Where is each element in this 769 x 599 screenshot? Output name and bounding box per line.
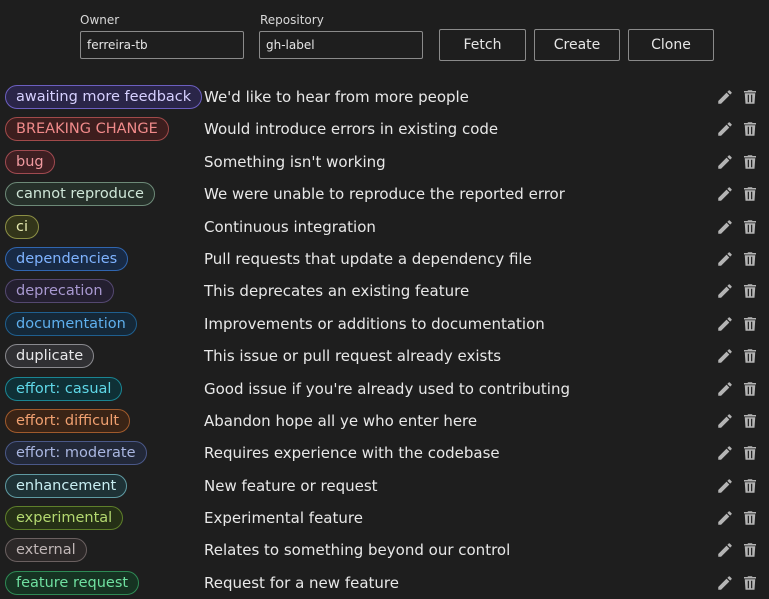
pencil-icon[interactable] xyxy=(716,412,734,430)
fetch-button[interactable]: Fetch xyxy=(439,29,526,61)
label-description: New feature or request xyxy=(204,476,378,495)
label-pill: awaiting more feedback xyxy=(5,85,203,109)
trash-icon[interactable] xyxy=(741,185,759,203)
repository-form: Owner Repository Fetch Create Clone xyxy=(0,0,769,74)
label-row: cannot reproduce We were unable to reprod… xyxy=(0,178,769,210)
label-pill: duplicate xyxy=(5,344,95,369)
owner-input[interactable] xyxy=(80,31,244,59)
create-button[interactable]: Create xyxy=(534,29,620,61)
label-pill: deprecation xyxy=(5,279,114,304)
label-pill: BREAKING CHANGE xyxy=(5,117,169,142)
label-row: effort: moderate Requires experience with… xyxy=(0,437,769,469)
label-pill: dependencies xyxy=(5,246,129,271)
label-pill: cannot reproduce xyxy=(5,182,155,207)
label-description: Requires experience with the codebase xyxy=(204,444,500,463)
clone-button[interactable]: Clone xyxy=(628,29,714,61)
trash-icon[interactable] xyxy=(741,218,759,236)
trash-icon[interactable] xyxy=(741,477,759,495)
pencil-icon[interactable] xyxy=(716,250,734,268)
label-row: effort: casual Good issue if you're alrea… xyxy=(0,373,769,405)
label-description: We were unable to reproduce the reported… xyxy=(204,185,565,204)
label-row: experimental Experimental feature xyxy=(0,502,769,534)
label-row: ci Continuous integration xyxy=(0,211,769,243)
pencil-icon[interactable] xyxy=(716,120,734,138)
label-pill: effort: moderate xyxy=(5,441,147,466)
trash-icon[interactable] xyxy=(741,120,759,138)
repository-input[interactable] xyxy=(259,31,423,59)
label-row: BREAKING CHANGE Would introduce errors in… xyxy=(0,113,769,145)
label-row: duplicate This issue or pull request alre… xyxy=(0,340,769,372)
pencil-icon[interactable] xyxy=(716,153,734,171)
trash-icon[interactable] xyxy=(741,88,759,106)
trash-icon[interactable] xyxy=(741,380,759,398)
pencil-icon[interactable] xyxy=(716,574,734,592)
trash-icon[interactable] xyxy=(741,282,759,300)
label-description: This deprecates an existing feature xyxy=(204,282,470,301)
label-row: external Relates to something beyond our … xyxy=(0,534,769,566)
label-description: Experimental feature xyxy=(204,509,363,528)
label-description: Improvements or additions to documentati… xyxy=(204,314,545,333)
label-description: Something isn't working xyxy=(204,152,386,171)
label-row: deprecation This deprecates an existing f… xyxy=(0,275,769,307)
label-pill: feature request xyxy=(5,570,140,595)
label-row: dependencies Pull requests that update a … xyxy=(0,243,769,275)
trash-icon[interactable] xyxy=(741,347,759,365)
label-pill: documentation xyxy=(5,311,137,336)
trash-icon[interactable] xyxy=(741,574,759,592)
label-description: Pull requests that update a dependency f… xyxy=(204,249,532,268)
label-pill: effort: casual xyxy=(5,376,123,401)
label-pill: enhancement xyxy=(5,473,128,498)
pencil-icon[interactable] xyxy=(716,282,734,300)
label-pill: external xyxy=(5,538,87,563)
trash-icon[interactable] xyxy=(741,444,759,462)
label-description: Continuous integration xyxy=(204,217,376,236)
label-description: Would introduce errors in existing code xyxy=(204,120,499,139)
label-description: Request for a new feature xyxy=(204,573,399,592)
pencil-icon[interactable] xyxy=(716,477,734,495)
trash-icon[interactable] xyxy=(741,315,759,333)
pencil-icon[interactable] xyxy=(716,218,734,236)
label-row: enhancement New feature or request xyxy=(0,470,769,502)
trash-icon[interactable] xyxy=(741,541,759,559)
pencil-icon[interactable] xyxy=(716,185,734,203)
pencil-icon[interactable] xyxy=(716,380,734,398)
label-list: awaiting more feedback We'd like to hear … xyxy=(0,81,769,599)
trash-icon[interactable] xyxy=(741,250,759,268)
trash-icon[interactable] xyxy=(741,153,759,171)
owner-label: Owner xyxy=(80,13,120,27)
pencil-icon[interactable] xyxy=(716,347,734,365)
label-row: feature request Request for a new feature xyxy=(0,567,769,599)
pencil-icon[interactable] xyxy=(716,541,734,559)
label-row: effort: difficult Abandon hope all ye who… xyxy=(0,405,769,437)
repository-label: Repository xyxy=(260,13,324,27)
pencil-icon[interactable] xyxy=(716,88,734,106)
label-pill: bug xyxy=(5,149,55,174)
label-pill: ci xyxy=(5,214,40,239)
label-row: bug Something isn't working xyxy=(0,146,769,178)
pencil-icon[interactable] xyxy=(716,315,734,333)
label-row: awaiting more feedback We'd like to hear … xyxy=(0,81,769,113)
label-row: documentation Improvements or additions t… xyxy=(0,308,769,340)
trash-icon[interactable] xyxy=(741,509,759,527)
label-pill: experimental xyxy=(5,506,124,531)
label-description: Abandon hope all ye who enter here xyxy=(204,411,478,430)
trash-icon[interactable] xyxy=(741,412,759,430)
label-description: This issue or pull request already exist… xyxy=(204,347,502,366)
label-pill: effort: difficult xyxy=(5,408,131,433)
label-description: Relates to something beyond our control xyxy=(204,541,511,560)
pencil-icon[interactable] xyxy=(716,444,734,462)
label-description: We'd like to hear from more people xyxy=(204,88,469,106)
label-description: Good issue if you're already used to con… xyxy=(204,379,571,398)
pencil-icon[interactable] xyxy=(716,509,734,527)
